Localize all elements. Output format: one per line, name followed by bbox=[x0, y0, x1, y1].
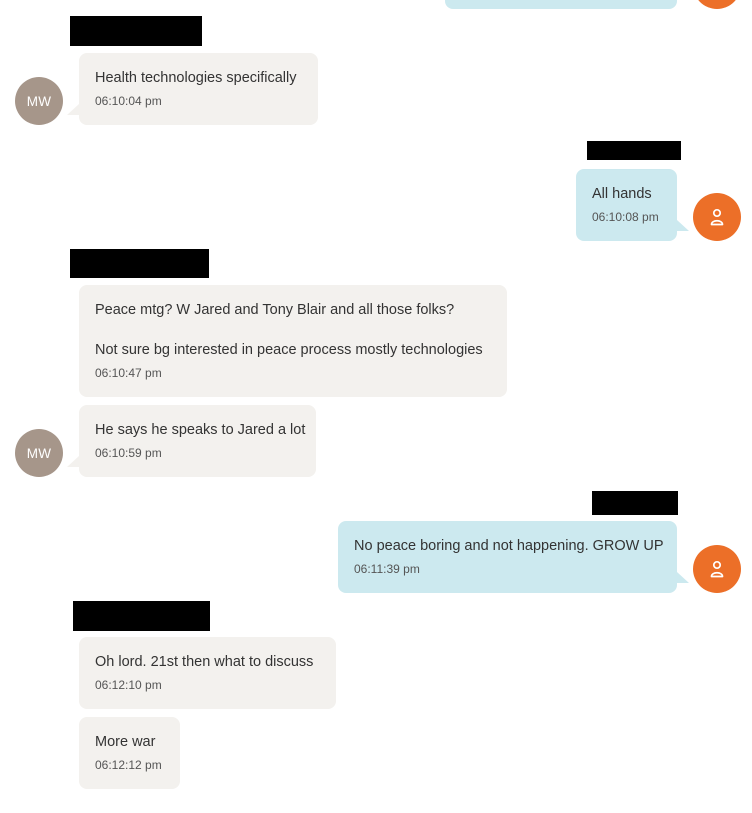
bubble-tail bbox=[677, 572, 689, 583]
contact-initials: MW bbox=[26, 93, 52, 109]
person-icon bbox=[710, 560, 724, 578]
message-time: 06:12:10 pm bbox=[95, 678, 162, 692]
person-icon bbox=[710, 208, 724, 226]
message-text: No peace boring and not happening. GROW … bbox=[354, 538, 664, 554]
message-time: 06:10:08 pm bbox=[592, 210, 659, 224]
contact-initials: MW bbox=[26, 445, 52, 461]
redacted-sender-name bbox=[592, 491, 678, 515]
message-time: 06:10:04 pm bbox=[95, 94, 162, 108]
message-bubble-outgoing: All hands 06:10:08 pm bbox=[576, 169, 677, 241]
self-avatar-partial bbox=[693, 0, 741, 9]
contact-avatar: MW bbox=[15, 77, 63, 125]
message-bubble-outgoing-partial bbox=[445, 0, 677, 9]
message-time: 06:11:39 pm bbox=[354, 562, 420, 576]
self-avatar bbox=[693, 193, 741, 241]
message-time: 06:10:47 pm bbox=[95, 366, 162, 380]
message-bubble-incoming: Peace mtg? W Jared and Tony Blair and al… bbox=[79, 285, 507, 397]
message-bubble-incoming: He says he speaks to Jared a lot 06:10:5… bbox=[79, 405, 316, 477]
message-bubble-outgoing: No peace boring and not happening. GROW … bbox=[338, 521, 677, 593]
redacted-sender-name bbox=[73, 601, 210, 631]
redacted-sender-name bbox=[70, 16, 202, 46]
redacted-sender-name bbox=[70, 249, 209, 278]
bubble-tail bbox=[677, 220, 689, 231]
message-text-line-2: Not sure bg interested in peace process … bbox=[95, 342, 483, 358]
message-text: He says he speaks to Jared a lot bbox=[95, 422, 306, 438]
message-text: Health technologies specifically bbox=[95, 70, 297, 86]
bubble-tail bbox=[67, 104, 79, 115]
message-text: More war bbox=[95, 734, 156, 750]
message-time: 06:10:59 pm bbox=[95, 446, 162, 460]
message-text: All hands bbox=[592, 186, 652, 202]
message-bubble-incoming: Oh lord. 21st then what to discuss 06:12… bbox=[79, 637, 336, 709]
redacted-sender-name bbox=[587, 141, 681, 160]
contact-avatar: MW bbox=[15, 429, 63, 477]
message-bubble-incoming: More war 06:12:12 pm bbox=[79, 717, 180, 789]
message-bubble-incoming: Health technologies specifically 06:10:0… bbox=[79, 53, 318, 125]
message-text: Oh lord. 21st then what to discuss bbox=[95, 654, 314, 670]
message-text-line-1: Peace mtg? W Jared and Tony Blair and al… bbox=[95, 302, 455, 318]
message-time: 06:12:12 pm bbox=[95, 758, 162, 772]
bubble-tail bbox=[67, 456, 79, 467]
self-avatar bbox=[693, 545, 741, 593]
